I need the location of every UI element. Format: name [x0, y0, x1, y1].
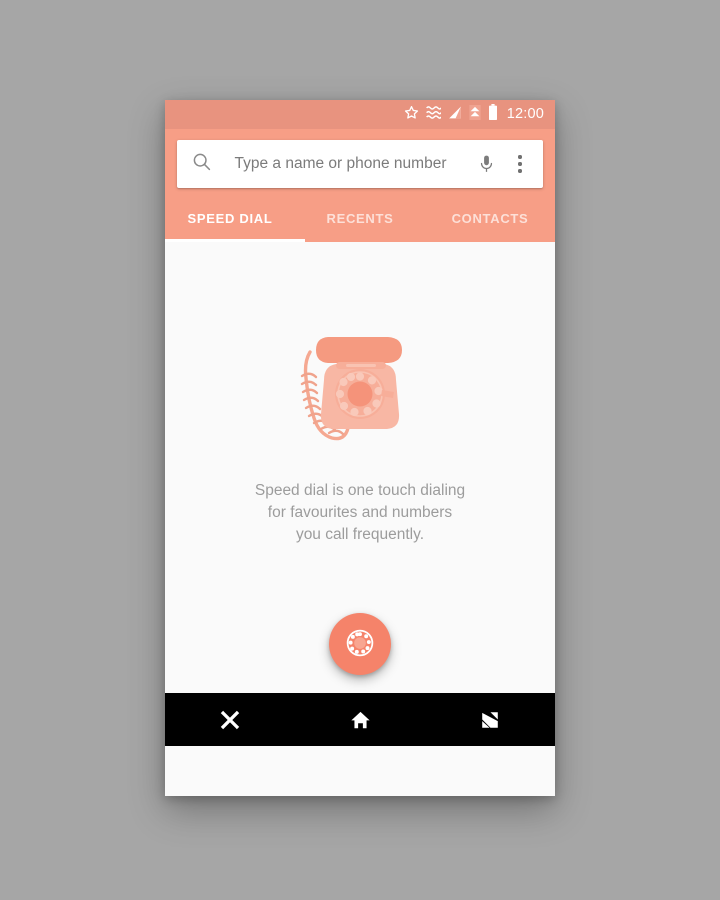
app-header: SPEED DIAL RECENTS CONTACTS [165, 129, 555, 242]
tab-recents[interactable]: RECENTS [295, 198, 425, 242]
empty-state-line-1: Speed dial is one touch dialing [254, 482, 466, 499]
search-input[interactable] [212, 155, 469, 173]
battery-icon [488, 104, 498, 125]
status-bar: 12:00 [165, 100, 555, 129]
menu-dot [518, 169, 522, 173]
tab-contacts[interactable]: CONTACTS [425, 198, 555, 242]
rotary-telephone-illustration [290, 328, 430, 458]
empty-state-message: Speed dial is one touch dialing for favo… [255, 480, 465, 546]
alarm-wave-icon [425, 105, 442, 124]
close-icon[interactable] [193, 693, 267, 746]
upload-arrow-icon [469, 104, 481, 125]
menu-dot [518, 162, 522, 166]
desktop-background: 12:00 Type a name or phone number SPEED … [0, 0, 720, 900]
search-icon [191, 151, 212, 177]
overflow-menu-icon[interactable] [503, 144, 537, 184]
tab-speed-dial[interactable]: SPEED DIAL [165, 198, 295, 242]
search-bar[interactable] [177, 140, 543, 188]
signal-icon [448, 105, 462, 125]
tab-bar: SPEED DIAL RECENTS CONTACTS [165, 198, 555, 242]
status-bar-clock: 12:00 [506, 106, 544, 123]
system-navigation-bar [165, 693, 555, 746]
main-content: Speed dial is one touch dialing for favo… [165, 242, 555, 693]
empty-state-line-2: for favourites and numbers [267, 504, 453, 521]
overflow-dots [518, 155, 522, 173]
dialpad-fab-button[interactable] [329, 613, 391, 675]
recents-icon[interactable] [453, 693, 527, 746]
home-icon[interactable] [323, 693, 397, 746]
search-bar-container [165, 129, 555, 188]
star-icon [404, 105, 419, 125]
menu-dot [518, 155, 522, 159]
phone-device: 12:00 Type a name or phone number SPEED … [165, 100, 555, 796]
rotary-dial-icon [345, 628, 375, 661]
microphone-icon[interactable] [469, 144, 503, 184]
empty-state-line-3: you call frequently. [295, 526, 425, 543]
